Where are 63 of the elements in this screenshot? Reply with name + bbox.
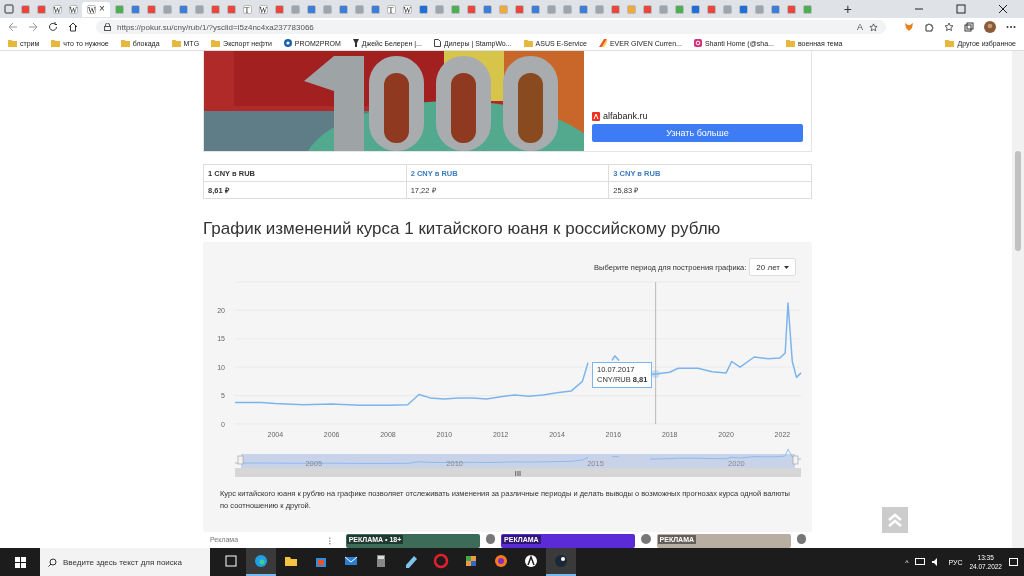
- navigator-handle[interactable]: [237, 455, 244, 465]
- windows-logo-icon[interactable]: [14, 556, 26, 568]
- task-view-icon: [223, 553, 239, 569]
- back-icon[interactable]: [8, 22, 18, 32]
- hover-point: [651, 370, 660, 378]
- browser-icon: [253, 553, 269, 569]
- favorites-icon[interactable]: [944, 22, 954, 32]
- home-icon[interactable]: [68, 22, 78, 32]
- stripes-icon: [598, 39, 607, 47]
- add-favorite-icon[interactable]: [869, 22, 878, 32]
- more-icon[interactable]: [641, 534, 651, 544]
- address-field[interactable]: https://pokur.su/cny/rub/1/?ysclid=l5z4nc4xa237783066 A: [96, 20, 886, 34]
- more-icon[interactable]: [486, 534, 496, 544]
- folder-icon: [51, 39, 61, 47]
- folder-icon: [945, 39, 955, 47]
- navigator-handle[interactable]: [792, 455, 799, 465]
- browser-icon: [493, 553, 509, 569]
- bank-logo-icon: [592, 111, 600, 121]
- camera-icon: [693, 39, 702, 47]
- scroll-top-button[interactable]: [882, 507, 908, 533]
- taskbar-app[interactable]: [546, 548, 576, 576]
- cube-icon: [463, 553, 479, 569]
- period-dropdown[interactable]: 20 лет: [749, 258, 796, 276]
- page-heading: График изменений курса 1 китайского юаня к российскому рублю: [203, 219, 722, 239]
- ring-icon: [433, 553, 449, 569]
- folder-icon: [785, 39, 795, 47]
- close-tab-button[interactable]: ×: [99, 4, 105, 14]
- folder-icon: [171, 39, 181, 47]
- folder-icon: [211, 39, 221, 47]
- caret-icon: [784, 265, 789, 269]
- puzzle-icon[interactable]: [924, 22, 934, 32]
- fox-icon[interactable]: [904, 22, 914, 32]
- double-chevron-up-icon: [887, 513, 903, 527]
- more-icon[interactable]: [796, 534, 806, 544]
- navigator-scrollbar[interactable]: [235, 468, 801, 477]
- ad-domain[interactable]: alfabank.ru: [603, 111, 648, 121]
- taskbar-search-field[interactable]: Введите здесь текст для поиска: [40, 548, 210, 576]
- notifications-icon[interactable]: [1009, 557, 1018, 567]
- avatar-icon[interactable]: [984, 21, 996, 33]
- tab-favicon-icon: W: [87, 4, 97, 14]
- game-launcher-icon: [553, 553, 569, 569]
- pen-icon: [403, 553, 419, 569]
- more-icon[interactable]: [1006, 25, 1016, 29]
- scrollbar-thumb[interactable]: [1015, 151, 1021, 251]
- forward-icon[interactable]: [28, 22, 38, 32]
- learn-more-button[interactable]: Узнать больше: [592, 124, 803, 142]
- read-aloud-button[interactable]: A: [857, 22, 863, 32]
- tab-actions-icon[interactable]: [4, 4, 14, 14]
- network-icon[interactable]: [915, 558, 926, 566]
- site-icon: [283, 39, 292, 47]
- pin-icon: [352, 39, 359, 47]
- reload-icon[interactable]: [48, 22, 58, 32]
- folder-icon: [8, 39, 17, 47]
- browser-tab[interactable]: W ×: [82, 1, 110, 17]
- lock-icon: [104, 23, 111, 31]
- folder-icon: [523, 39, 533, 47]
- page-icon: [433, 39, 441, 47]
- new-tab-button[interactable]: +: [843, 2, 852, 16]
- scrollbar[interactable]: [1012, 51, 1024, 548]
- collections-icon[interactable]: [964, 22, 974, 32]
- circle-icon: [523, 553, 539, 569]
- folder-icon: [120, 39, 130, 47]
- search-icon: [48, 557, 57, 567]
